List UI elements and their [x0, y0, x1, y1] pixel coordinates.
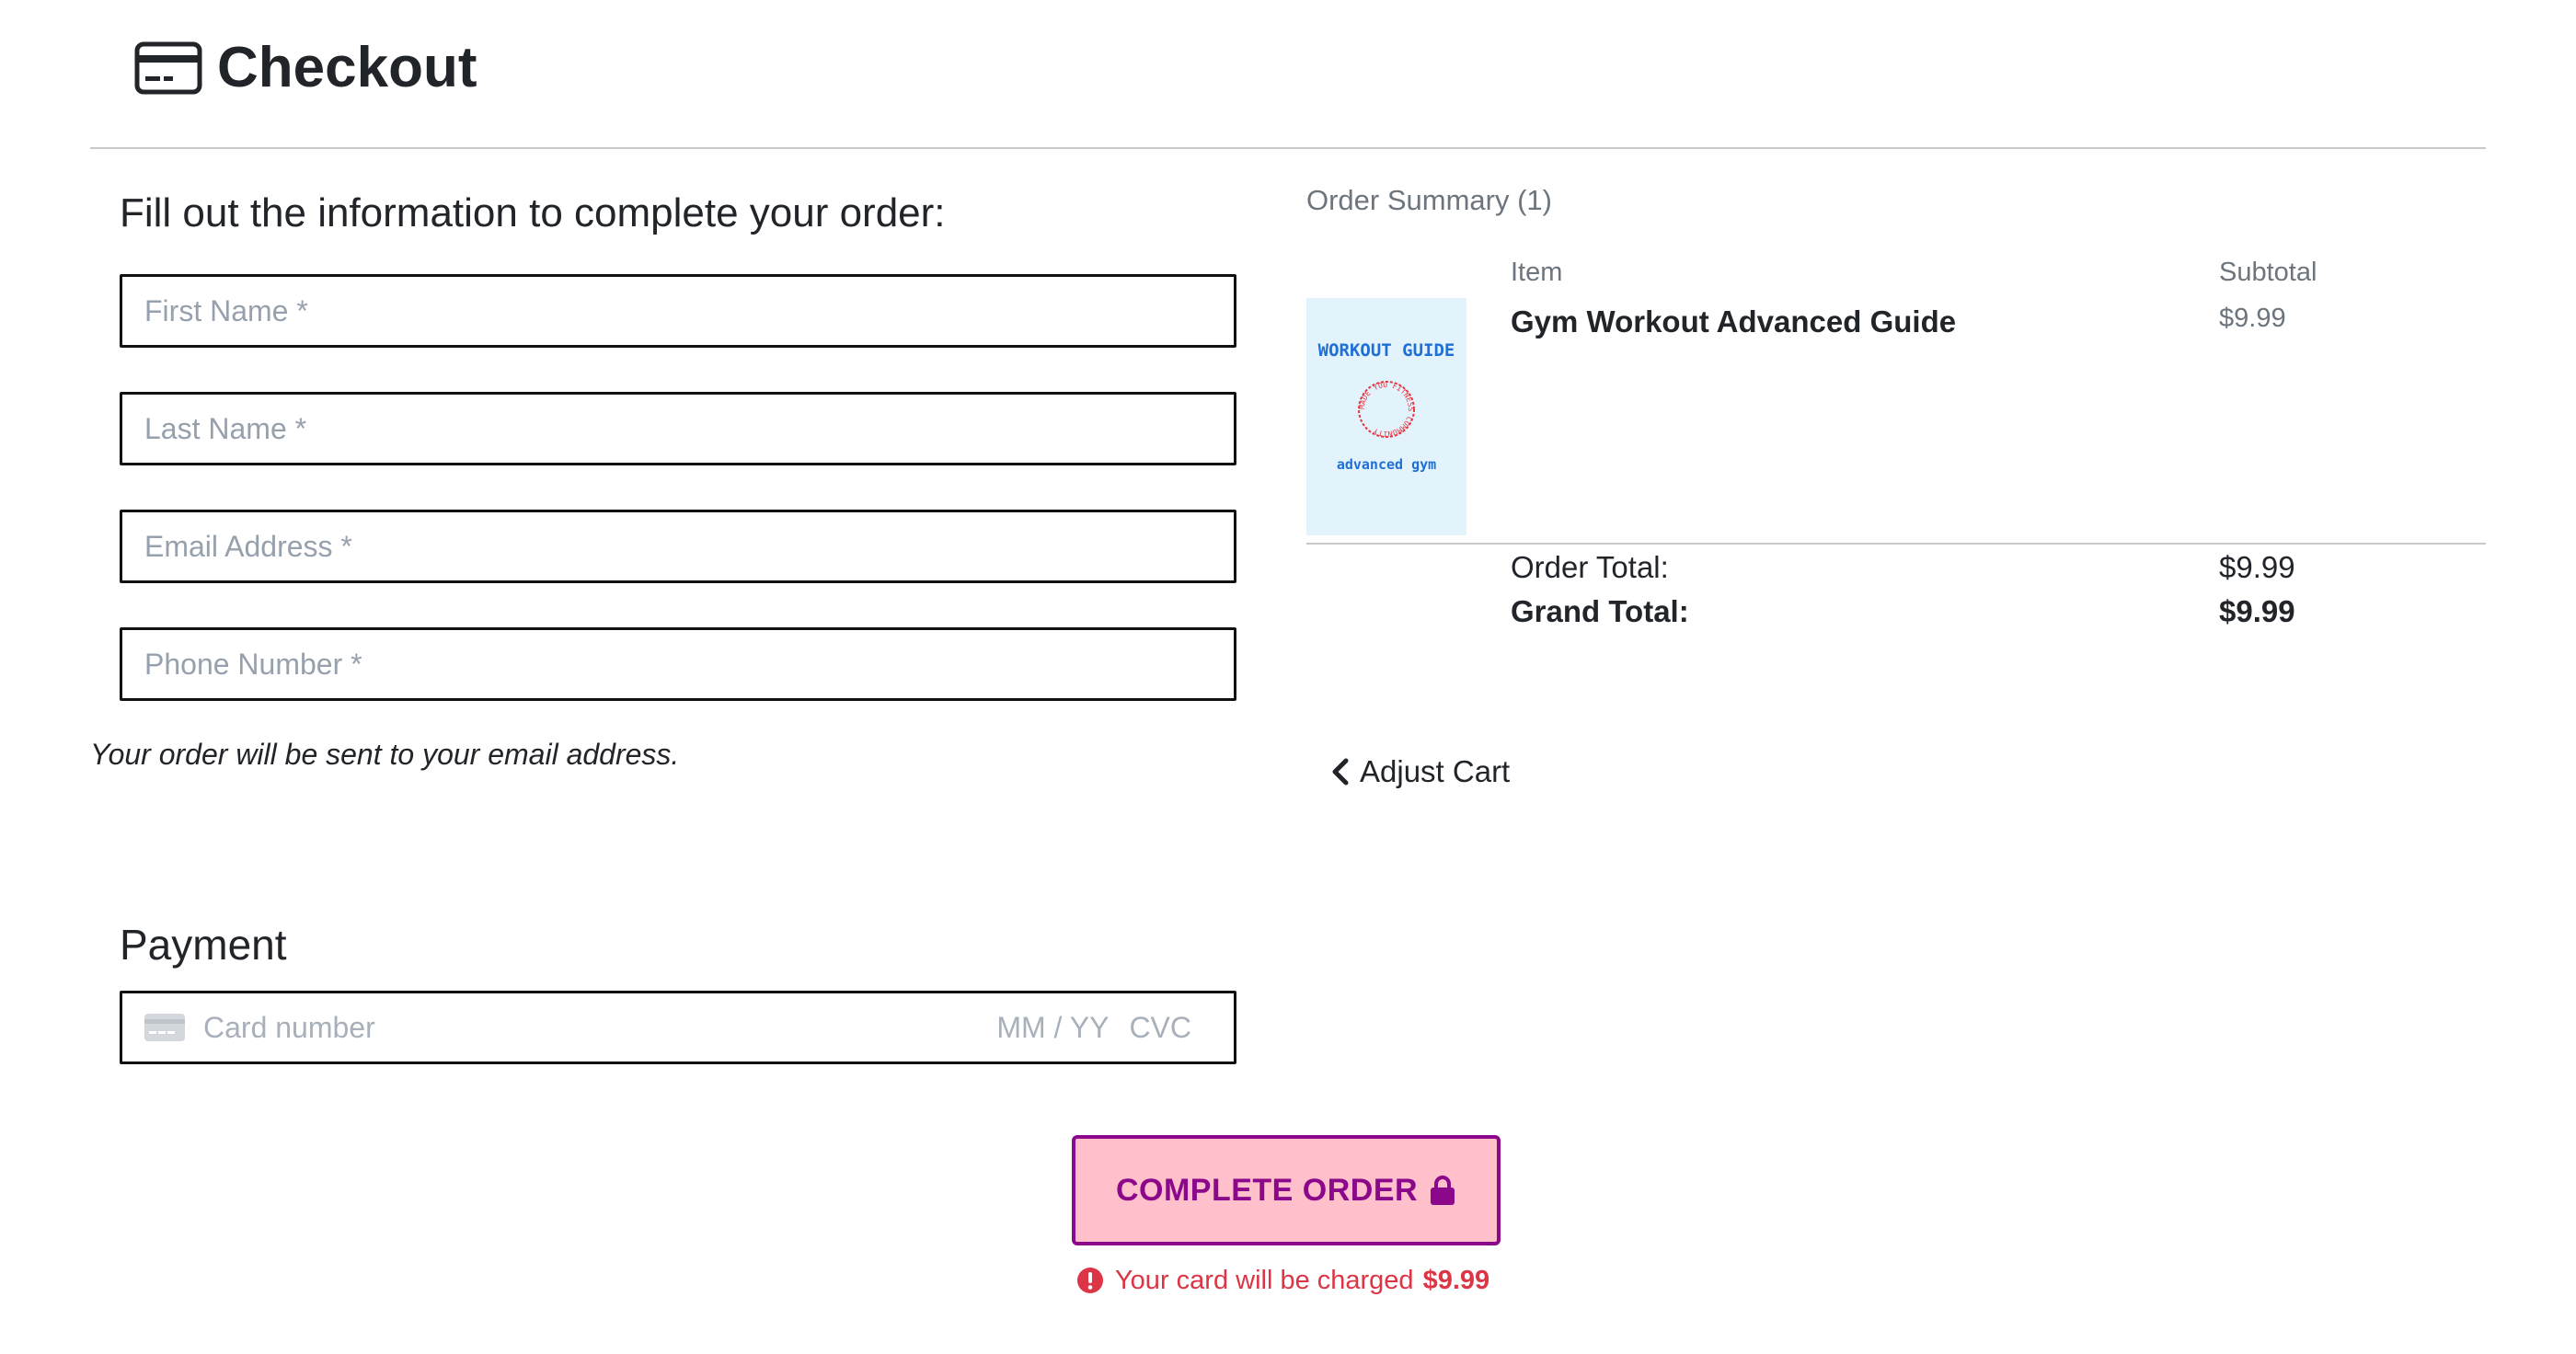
phone-field[interactable]	[120, 627, 1236, 701]
email-field[interactable]	[120, 510, 1236, 583]
product-thumbnail: WORKOUT GUIDE MADE YOU FITNESS COMMUNITY…	[1306, 298, 1466, 535]
product-image-subtitle: advanced gym	[1337, 456, 1436, 473]
page-header: Checkout	[134, 33, 477, 103]
card-input[interactable]: Card number MM / YY CVC	[120, 991, 1236, 1064]
adjust-cart-label[interactable]: Adjust Cart	[1360, 751, 1510, 793]
subtotal-column-header: Subtotal	[2219, 258, 2317, 287]
complete-order-button[interactable]: COMPLETE ORDER	[1072, 1135, 1501, 1245]
card-brand-icon	[144, 1014, 185, 1041]
card-cvc-placeholder[interactable]: CVC	[1129, 1011, 1191, 1045]
email-input[interactable]	[144, 512, 1234, 580]
product-image-title: WORKOUT GUIDE	[1318, 340, 1455, 361]
order-summary-title: Order Summary (1)	[1306, 184, 1552, 216]
charge-note-text: Your card will be charged	[1115, 1265, 1414, 1295]
lock-icon	[1431, 1176, 1455, 1205]
payment-title: Payment	[120, 921, 287, 969]
item-name: Gym Workout Advanced Guide	[1511, 304, 1957, 338]
item-price: $9.99	[2219, 304, 2286, 333]
complete-order-label[interactable]: COMPLETE ORDER	[1116, 1173, 1418, 1209]
order-total-value: $9.99	[2219, 550, 2295, 584]
summary-divider	[1306, 543, 2486, 545]
header-divider	[90, 147, 2486, 149]
last-name-field[interactable]	[120, 392, 1236, 465]
grand-total-label: Grand Total:	[1511, 594, 1689, 628]
chevron-left-icon	[1332, 758, 1349, 786]
checkout-page: Checkout Fill out the information to com…	[0, 0, 2576, 1354]
item-column-header: Item	[1511, 258, 1563, 287]
grand-total-value: $9.99	[2219, 594, 2295, 628]
form-title: Fill out the information to complete you…	[120, 190, 946, 235]
last-name-input[interactable]	[144, 395, 1234, 463]
exclamation-circle-icon	[1077, 1268, 1103, 1293]
first-name-input[interactable]	[144, 277, 1234, 345]
credit-card-icon	[134, 41, 202, 95]
card-number-placeholder[interactable]: Card number	[203, 1011, 996, 1045]
email-note: Your order will be sent to your email ad…	[90, 738, 680, 771]
phone-input[interactable]	[144, 630, 1234, 698]
charge-warning: Your card will be charged $9.99	[1076, 1260, 1489, 1301]
order-total-label: Order Total:	[1511, 550, 1669, 584]
page-title: Checkout	[217, 36, 477, 99]
adjust-cart-link[interactable]: Adjust Cart	[1330, 751, 1510, 793]
first-name-field[interactable]	[120, 274, 1236, 348]
charge-amount: $9.99	[1422, 1265, 1490, 1295]
card-expiry-placeholder[interactable]: MM / YY	[996, 1011, 1109, 1045]
